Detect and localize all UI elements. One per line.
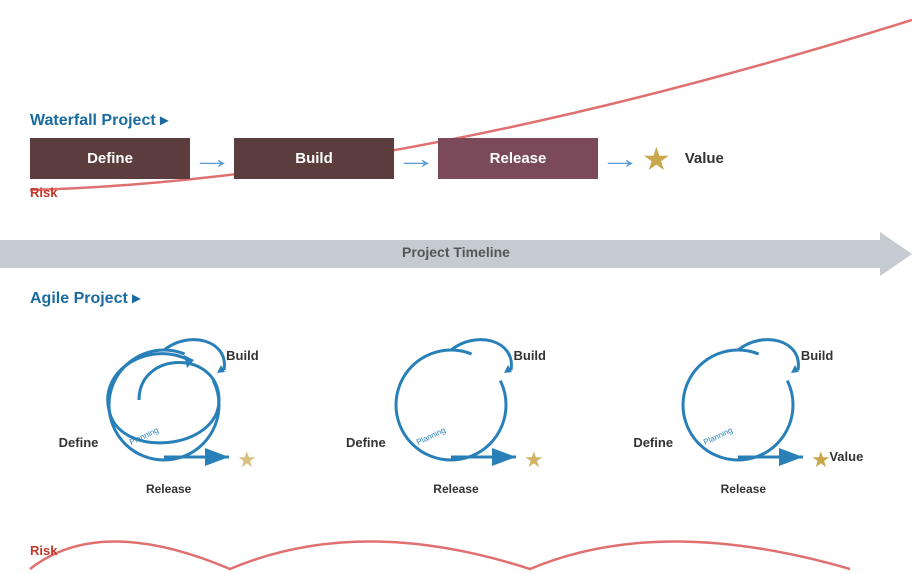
cycle-2: Planning ★ Build Define Release [326,320,586,496]
risk-curve-bottom [0,494,912,574]
svg-text:★: ★ [811,447,831,472]
arrow-3: → [599,143,641,175]
cycle-3-svg: Planning ★ [633,320,853,480]
agile-title: Agile Project ▸ [30,288,882,308]
risk-label-bottom: Risk [30,543,57,558]
arrow-2: → [395,143,437,175]
agile-section: Agile Project ▸ [30,288,882,496]
arrow-1: → [191,143,233,175]
cycle-3-build: Build [801,348,834,363]
cycle-2-build: Build [513,348,546,363]
cycle-1-release: Release [146,482,191,496]
value-star: ★ [642,140,671,178]
cycle-3-define: Define [633,435,673,450]
value-label: Value [685,150,724,167]
waterfall-boxes: Define → Build → Release → ★ Value [30,138,882,179]
cycle-1-diagram: Planning ★ Build Define [59,320,279,480]
define-box: Define [30,138,190,179]
cycle-1-svg: Planning ★ [59,320,279,480]
release-box: Release [438,138,598,179]
cycle-1-build: Build [226,348,259,363]
svg-text:Planning: Planning [702,425,734,446]
cycle-3-diagram: Planning ★ Build Define Value [633,320,853,480]
cycle-2-release: Release [433,482,478,496]
svg-text:Planning: Planning [415,425,447,446]
timeline-container: Project Timeline [0,232,912,281]
cycle-3: Planning ★ Build Define Value Release [613,320,873,496]
svg-text:★: ★ [524,447,544,472]
cycle-3-release: Release [721,482,766,496]
waterfall-section: Waterfall Project ▸ Define → Build → Rel… [30,110,882,200]
agile-cycles: Planning ★ Build Define Release [30,320,882,496]
timeline-label: Project Timeline [0,244,912,260]
build-box: Build [234,138,394,179]
svg-text:★: ★ [237,447,257,472]
cycle-2-diagram: Planning ★ Build Define [346,320,566,480]
cycle-1: Planning ★ Build Define Release [39,320,299,496]
cycle-2-svg: Planning ★ [346,320,566,480]
cycle-2-define: Define [346,435,386,450]
waterfall-title: Waterfall Project ▸ [30,110,882,130]
agile-value-label: Value [829,449,863,464]
risk-label-top: Risk [30,185,882,200]
cycle-1-define: Define [59,435,99,450]
